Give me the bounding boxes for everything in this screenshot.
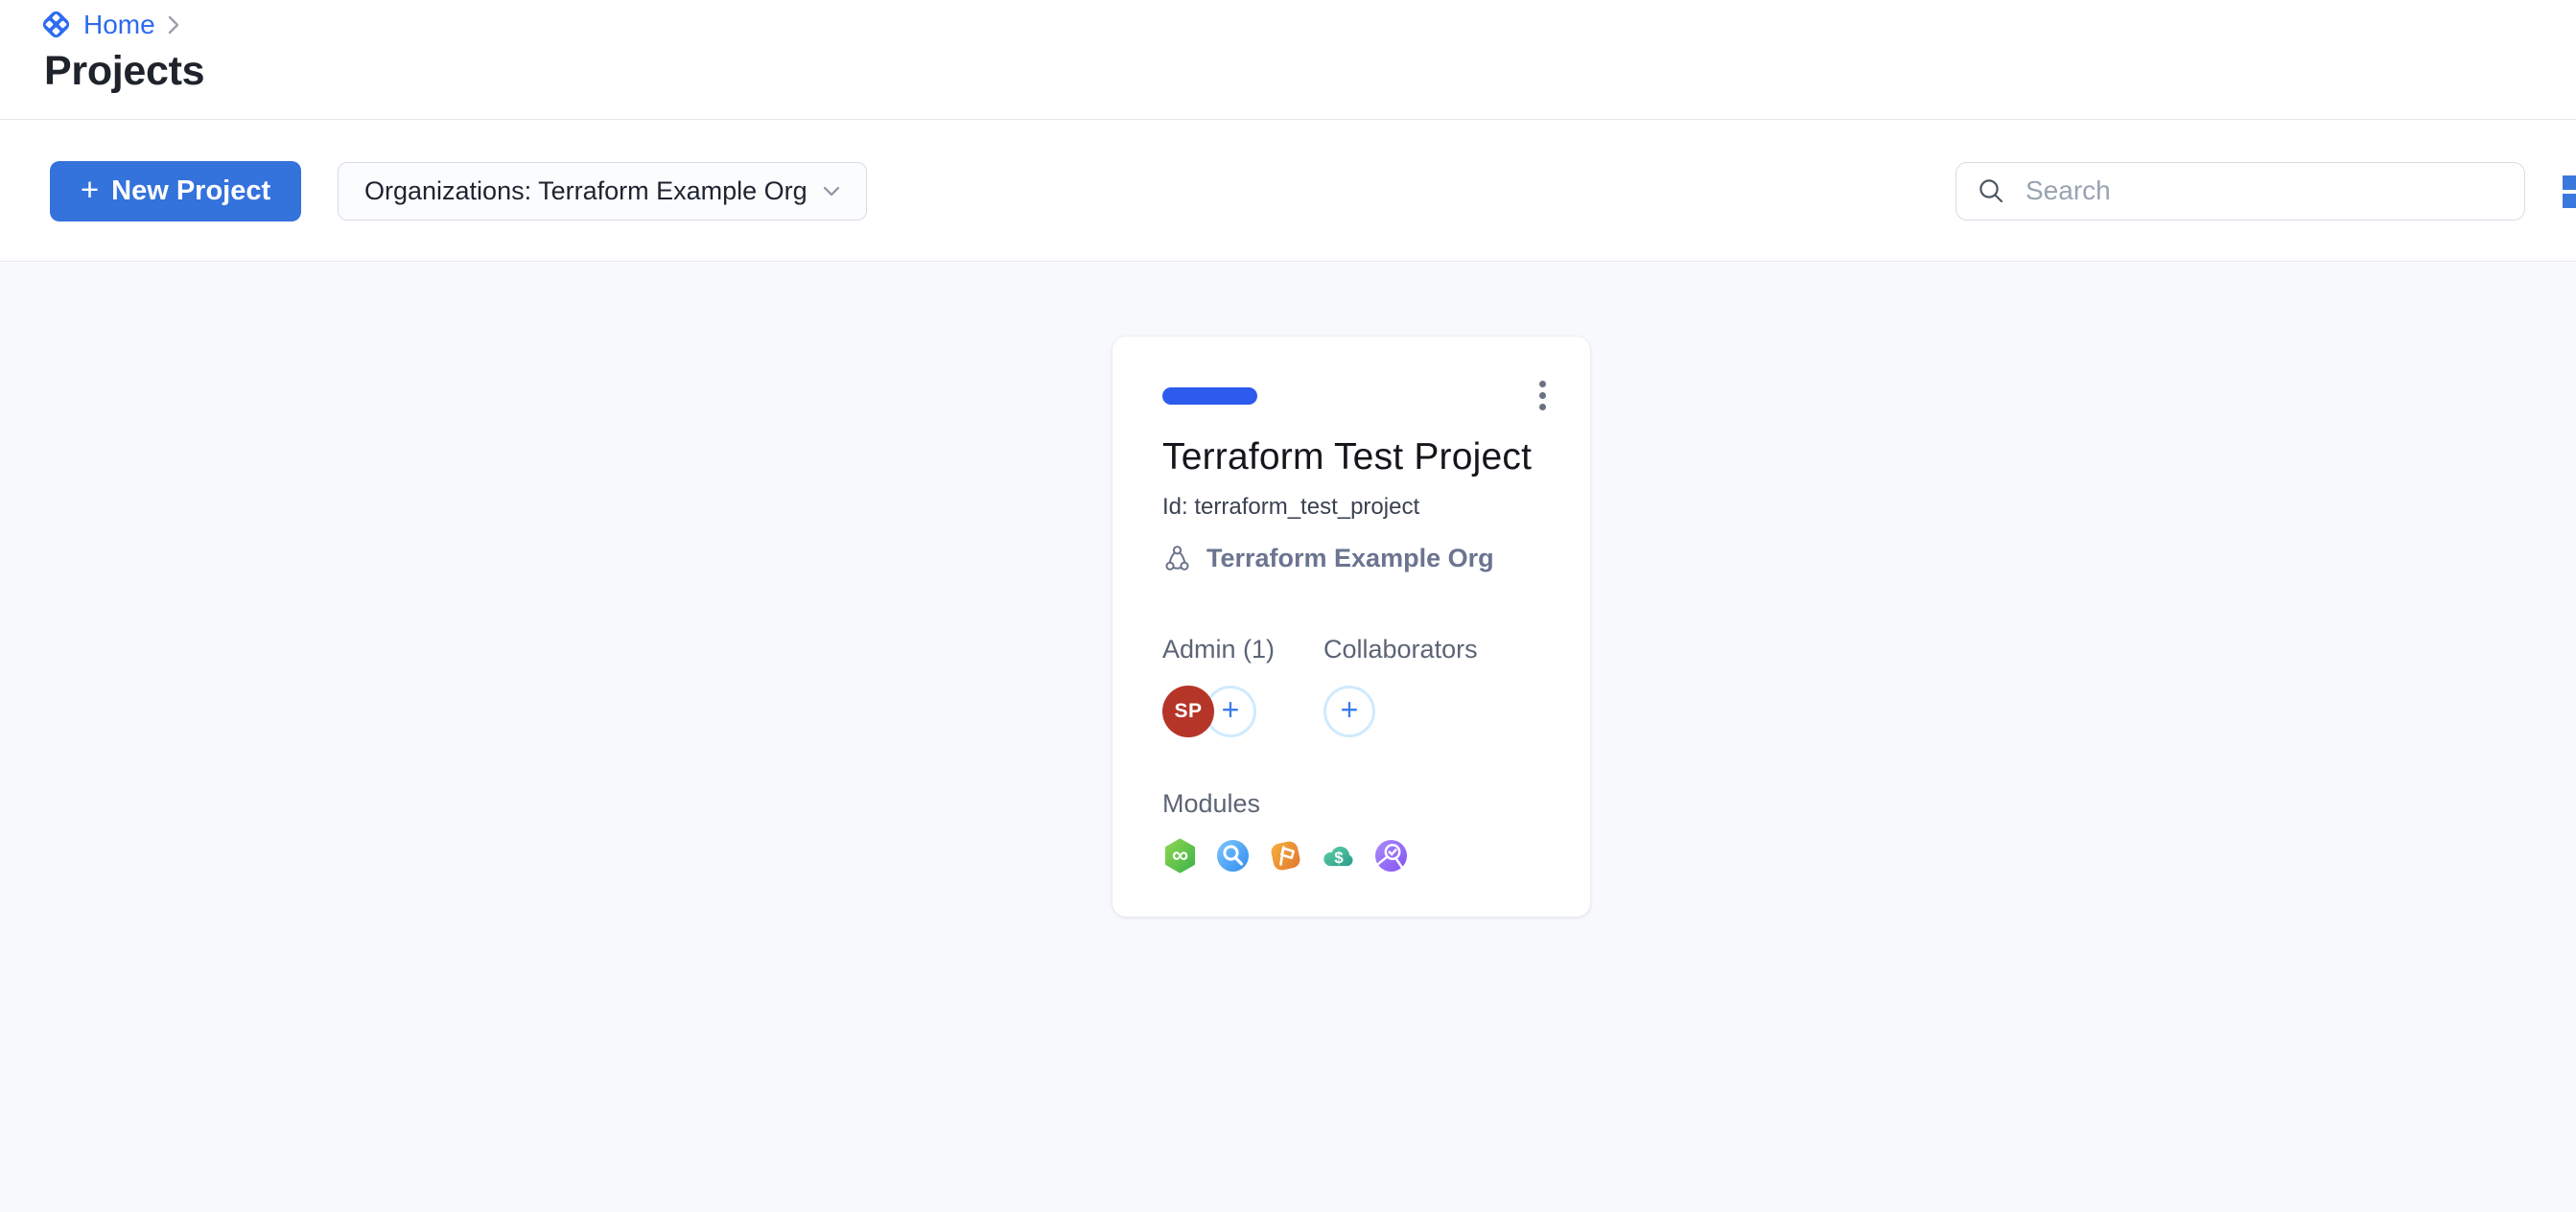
project-name: Terraform Test Project — [1162, 436, 1548, 478]
svg-text:∞: ∞ — [1172, 843, 1188, 869]
modules-row: ∞ — [1162, 838, 1548, 874]
breadcrumb-home-link[interactable]: Home — [83, 10, 155, 40]
breadcrumb: Home — [39, 8, 179, 41]
new-project-button-label: New Project — [111, 175, 270, 207]
admin-column: Admin (1) SP + — [1162, 635, 1323, 738]
flag-module-icon[interactable] — [1268, 838, 1303, 874]
svg-text:$: $ — [1334, 849, 1344, 867]
new-project-button[interactable]: + New Project — [50, 161, 301, 221]
search-inspect-module-icon[interactable] — [1215, 838, 1251, 874]
collaborators-label: Collaborators — [1323, 635, 1478, 664]
grid-square — [2563, 194, 2576, 208]
add-collaborator-button[interactable]: + — [1323, 686, 1375, 737]
plus-icon: + — [81, 174, 99, 205]
page-title: Projects — [44, 48, 204, 95]
collaborators-column: Collaborators + — [1323, 635, 1478, 738]
grid-view-toggle-icon[interactable] — [2563, 175, 2576, 210]
organizations-filter-dropdown[interactable]: Organizations: Terraform Example Org — [338, 162, 867, 221]
modules-label: Modules — [1162, 789, 1548, 819]
governance-check-module-icon[interactable] — [1373, 838, 1409, 874]
organizations-filter-value: Organizations: Terraform Example Org — [364, 176, 808, 206]
search-input[interactable] — [1955, 162, 2525, 221]
page-header: Home Projects — [0, 0, 2576, 120]
project-organization[interactable]: Terraform Example Org — [1162, 544, 1548, 573]
project-color-pill — [1162, 387, 1257, 405]
chevron-down-icon — [823, 186, 840, 197]
organization-icon — [1162, 544, 1192, 573]
admin-avatar[interactable]: SP — [1162, 686, 1214, 737]
card-kebab-menu-icon[interactable] — [1537, 379, 1548, 412]
toolbar: + New Project Organizations: Terraform E… — [0, 121, 2576, 262]
cloud-cost-module-icon[interactable]: $ — [1321, 838, 1356, 874]
chevron-right-icon — [168, 15, 179, 35]
project-id: Id: terraform_test_project — [1162, 494, 1548, 521]
admin-label: Admin (1) — [1162, 635, 1323, 664]
search-icon — [1977, 176, 2005, 210]
organization-name: Terraform Example Org — [1206, 544, 1494, 573]
grid-square — [2563, 175, 2576, 190]
infinity-pipelines-module-icon[interactable]: ∞ — [1162, 838, 1198, 874]
app-logo-icon — [39, 8, 73, 41]
people-section: Admin (1) SP + Collaborators + — [1162, 635, 1548, 738]
project-card[interactable]: Terraform Test Project Id: terraform_tes… — [1112, 337, 1590, 917]
search — [1955, 162, 2525, 221]
projects-grid-area: Terraform Test Project Id: terraform_tes… — [0, 263, 2576, 1212]
